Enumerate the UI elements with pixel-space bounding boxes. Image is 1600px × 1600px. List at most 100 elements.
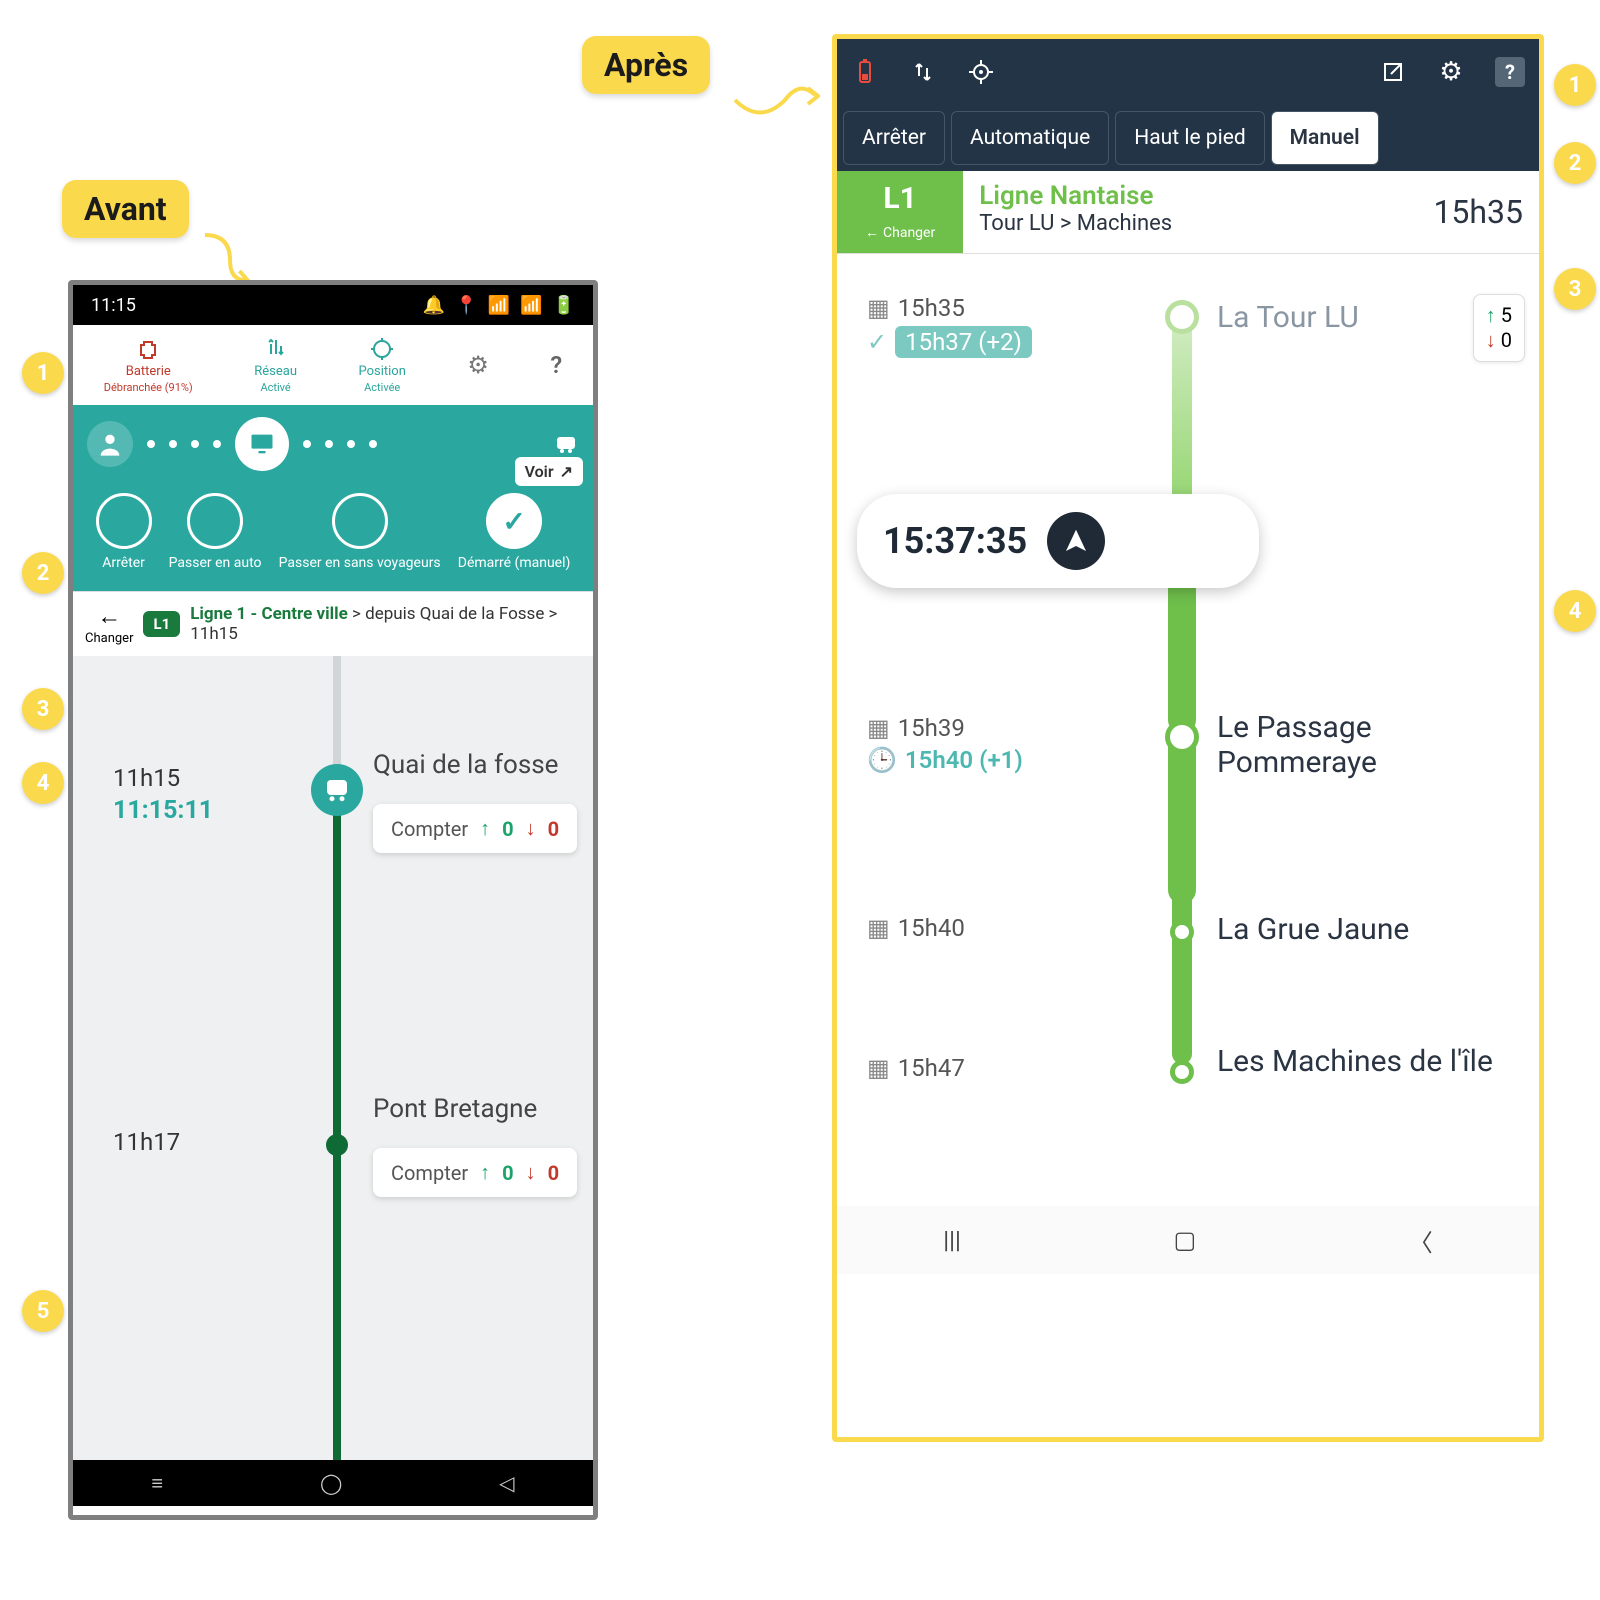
stop3-times: ▦15h40 xyxy=(867,914,965,942)
grid-icon: ▦ xyxy=(867,1054,890,1082)
external-icon[interactable] xyxy=(1379,58,1407,86)
apres-badge-3: 3 xyxy=(1554,268,1596,310)
down-count: 0 xyxy=(548,817,559,841)
apres-phone: ⚙ ? Arrêter Automatique Haut le pied Man… xyxy=(832,34,1544,1442)
help-icon[interactable]: ? xyxy=(550,351,562,379)
tab-automatique[interactable]: Automatique xyxy=(951,111,1109,165)
changer-label: Changer xyxy=(85,631,133,646)
wifi-icon: 📶 xyxy=(488,295,510,316)
grid-icon: ▦ xyxy=(867,914,890,942)
arreter-button[interactable]: Arrêter xyxy=(96,493,152,571)
stop1-counter[interactable]: Compter ↑0 ↓0 xyxy=(373,804,577,853)
avant-badge-2: 2 xyxy=(22,552,64,594)
help-icon[interactable]: ? xyxy=(1495,57,1525,87)
line-badge[interactable]: L1 ← Changer xyxy=(837,171,963,253)
down-arrow-icon: ↓ xyxy=(526,1160,536,1185)
bus-position-icon xyxy=(311,764,363,816)
down-count: 0 xyxy=(548,1161,559,1185)
sync-icon[interactable] xyxy=(909,58,937,86)
external-icon: ↗ xyxy=(560,462,573,481)
stop2-name: Le Passage Pommeraye xyxy=(1217,710,1517,780)
network-icon xyxy=(263,336,289,362)
s1-live: 15h37 (+2) xyxy=(895,326,1032,358)
stop2-counter[interactable]: Compter ↑0 ↓0 xyxy=(373,1148,577,1197)
nav-home-icon[interactable]: ▢ xyxy=(1173,1226,1196,1254)
nav-recent-icon[interactable]: ≡ xyxy=(151,1471,163,1496)
stop4-times: ▦ 15h47 xyxy=(867,1054,965,1082)
driver-icon xyxy=(87,421,133,467)
avant-timeline: 11h15 11:15:11 Quai de la fosse Compter … xyxy=(73,656,593,1506)
nav-back-icon[interactable]: 〈 xyxy=(1409,1223,1433,1258)
up-arrow-icon: ↑ xyxy=(480,816,490,841)
stop1-live: 11:15:11 xyxy=(113,796,213,825)
stop4-name: Les Machines de l'île xyxy=(1217,1044,1493,1079)
tab-haut-le-pied[interactable]: Haut le pied xyxy=(1115,111,1264,165)
android-navbar[interactable]: ||| ▢ 〈 xyxy=(837,1206,1539,1274)
line-code: L1 xyxy=(143,611,180,637)
line-text: Ligne 1 - Centre ville > depuis Quai de … xyxy=(190,604,581,644)
line-time: 15h35 xyxy=(1417,183,1539,241)
position-indicator: Position Activée xyxy=(358,336,405,394)
up-count: 0 xyxy=(502,1161,513,1185)
battery-sub: Débranchée (91%) xyxy=(104,381,193,394)
apres-timeline: ↑ 5 ↓ 0 ▦15h35 ✓15h37 (+2) La Tour LU 15… xyxy=(837,254,1539,1274)
screen-icon xyxy=(235,417,289,471)
counter-label: Compter xyxy=(391,1161,468,1185)
s4-sched: 15h47 xyxy=(898,1054,965,1082)
apres-badge-1: 1 xyxy=(1554,64,1596,106)
squiggle-apres xyxy=(730,70,820,130)
auto-button[interactable]: Passer en auto xyxy=(169,493,262,571)
down-count: 0 xyxy=(1501,328,1512,352)
arreter-label: Arrêter xyxy=(102,555,145,571)
bell-icon: 🔔 xyxy=(423,295,445,316)
voir-button[interactable]: Voir ↗ xyxy=(515,457,583,486)
counter-label: Compter xyxy=(391,817,468,841)
clock-icon: 🕒 xyxy=(867,746,897,774)
avant-badge-3: 3 xyxy=(22,688,64,730)
line-info: Ligne Nantaise Tour LU > Machines xyxy=(963,171,1417,253)
changer-button[interactable]: ← Changer xyxy=(857,222,943,243)
nav-arrow-icon xyxy=(1047,512,1105,570)
line-code: L1 xyxy=(883,181,916,216)
down-arrow-icon: ↓ xyxy=(526,816,536,841)
avant-phone: 11:15 🔔 📍 📶 📶 🔋 Batterie Débranchée (91%… xyxy=(68,280,598,1520)
locate-icon[interactable] xyxy=(967,58,995,86)
apres-badge-2: 2 xyxy=(1554,142,1596,184)
gear-icon[interactable]: ⚙ xyxy=(467,351,489,379)
battery-icon: 🔋 xyxy=(553,295,575,316)
signal-icon: 📶 xyxy=(520,295,542,316)
battery-label: Batterie xyxy=(126,364,171,379)
tab-arreter[interactable]: Arrêter xyxy=(843,111,945,165)
stop1-marker xyxy=(1165,300,1199,334)
stop4-marker xyxy=(1170,1060,1194,1084)
up-count: 5 xyxy=(1501,303,1512,327)
tab-manuel[interactable]: Manuel xyxy=(1271,111,1379,165)
s2-live: 15h40 (+1) xyxy=(905,746,1023,774)
avant-badge-5: 5 xyxy=(22,1290,64,1332)
line-route: Tour LU > Machines xyxy=(979,211,1401,236)
demarre-button[interactable]: Démarré (manuel) xyxy=(458,493,571,571)
network-indicator: Réseau Activé xyxy=(254,336,297,394)
changer-button[interactable]: ← Changer xyxy=(85,602,133,646)
avant-badge-4: 4 xyxy=(22,762,64,804)
sans-voyageurs-button[interactable]: Passer en sans voyageurs xyxy=(279,493,441,571)
down-arrow-icon: ↓ xyxy=(1486,328,1496,352)
nav-back-icon[interactable]: ◁ xyxy=(499,1471,514,1495)
android-navbar[interactable]: ≡ ◯ ◁ xyxy=(73,1460,593,1506)
battery-icon xyxy=(135,336,161,362)
gear-icon[interactable]: ⚙ xyxy=(1437,58,1465,86)
teal-panel: Voir ↗ Arrêter Passer en auto Passer en … xyxy=(73,405,593,591)
apres-tag: Après xyxy=(582,36,710,94)
nav-recent-icon[interactable]: ||| xyxy=(943,1226,961,1254)
avant-tag: Avant xyxy=(62,180,189,238)
position-label: Position xyxy=(358,364,405,379)
nav-home-icon[interactable]: ◯ xyxy=(320,1471,342,1495)
stop2-marker xyxy=(1165,720,1199,754)
top-indicators: Batterie Débranchée (91%) Réseau Activé … xyxy=(73,325,593,405)
bus-mini-icon xyxy=(553,431,579,457)
grid-icon: ▦ xyxy=(867,294,890,322)
position-sub: Activée xyxy=(364,381,400,394)
up-arrow-icon: ↑ xyxy=(1486,303,1496,327)
stop2-dot xyxy=(326,1134,348,1156)
passenger-count[interactable]: ↑ 5 ↓ 0 xyxy=(1473,294,1525,362)
